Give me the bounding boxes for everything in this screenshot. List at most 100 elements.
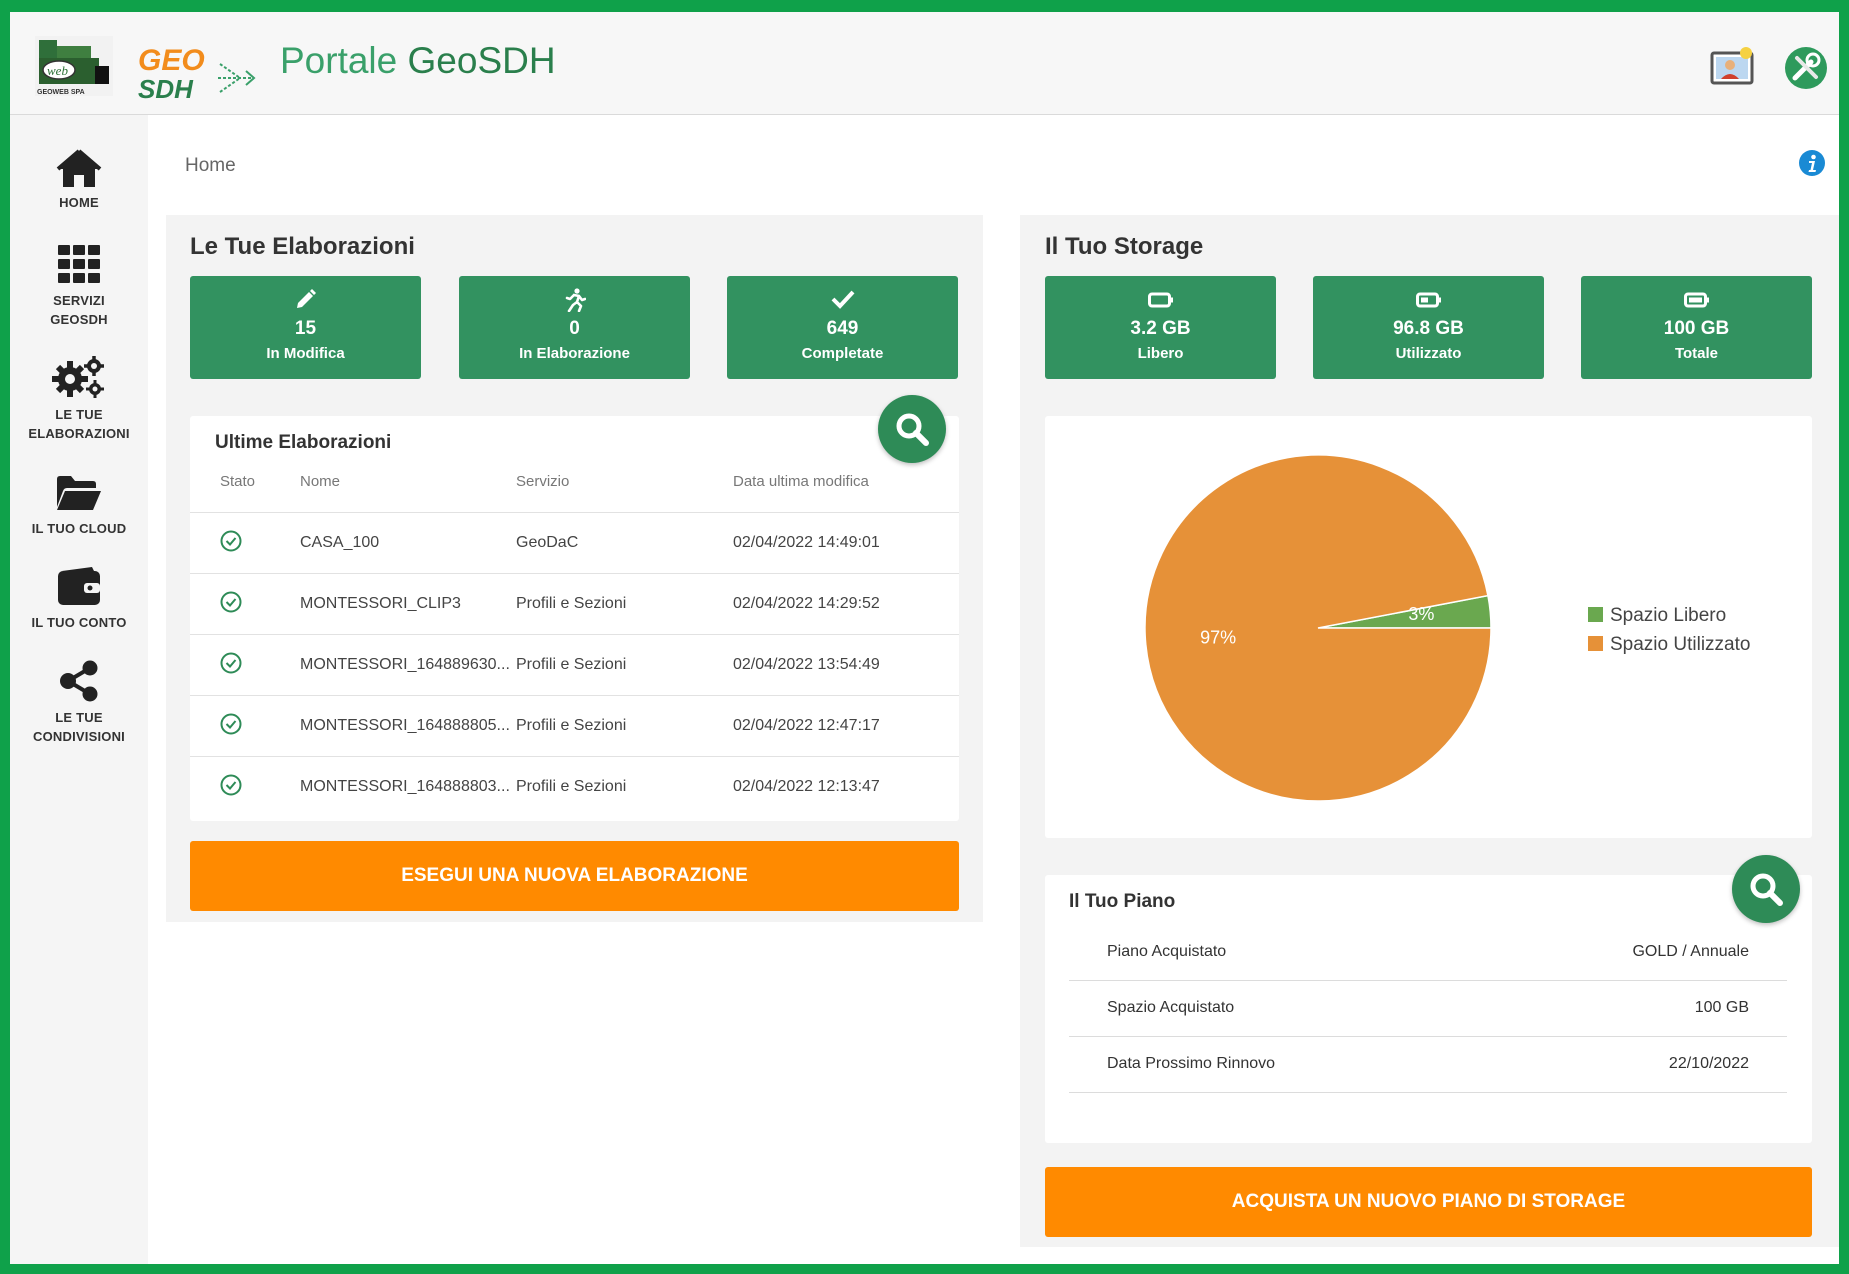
column-header-stato[interactable]: Stato [190,450,300,513]
running-icon [565,288,586,312]
search-elaborazioni-button[interactable] [878,395,946,463]
stat-libero[interactable]: 3.2 GB Libero [1045,276,1276,379]
stat-caption: Completate [801,345,884,362]
sidebar-item-label: HOME [59,195,99,210]
column-header-servizio[interactable]: Servizio [516,450,733,513]
storage-chart-card: 3% 97% Spazio Libero Spazio Utilizzato [1045,416,1812,838]
plan-key: Data Prossimo Rinnovo [1107,1055,1276,1072]
geoweb-logo: web GEOWEB SPA [35,36,113,96]
pencil-icon [296,289,316,308]
stat-completate[interactable]: 649 Completate [727,276,958,379]
cell-data: 02/04/2022 13:54:49 [733,634,959,696]
search-icon [896,413,929,446]
stat-value: 15 [294,318,317,339]
table-row[interactable]: MONTESSORI_164888805... Profili e Sezion… [190,695,959,757]
battery-full-icon [1683,292,1709,308]
column-header-nome[interactable]: Nome [300,450,516,513]
storage-pie-chart: 3% 97% Spazio Libero Spazio Utilizzato [1144,454,1750,802]
search-piano-button[interactable] [1732,855,1800,923]
check-circle-icon [220,591,242,612]
gears-icon [52,356,104,398]
page-title: Portale GeoSDH [280,40,556,82]
table-row[interactable]: CASA_100 GeoDaC 02/04/2022 14:49:01 [190,512,959,574]
nuova-elaborazione-button[interactable]: ESEGUI UNA NUOVA ELABORAZIONE [190,841,959,911]
cell-servizio: Profili e Sezioni [516,573,733,635]
cell-servizio: Profili e Sezioni [516,695,733,757]
legend-item[interactable]: Spazio Libero [1588,605,1726,626]
table-row[interactable]: MONTESSORI_164889630... Profili e Sezion… [190,634,959,696]
cell-data: 02/04/2022 12:47:17 [733,695,959,757]
sidebar-item-label: IL TUO CONTO [31,615,127,630]
stat-value: 0 [569,318,580,339]
stat-value: 649 [826,318,859,339]
stat-value: 96.8 GB [1393,318,1464,339]
sidebar-item-condivisioni[interactable]: LE TUE CONDIVISIONI [10,660,148,746]
plan-row-spazio: Spazio Acquistato 100 GB [1069,981,1787,1037]
user-profile-icon[interactable] [1710,45,1756,91]
sidebar-item-servizi[interactable]: SERVIZI GEOSDH [10,245,148,329]
stat-value: 3.2 GB [1130,318,1191,339]
cell-nome: MONTESSORI_164888805... [300,695,516,757]
grid-icon [58,245,100,283]
breadcrumb[interactable]: Home [185,155,236,177]
top-header: web GEOWEB SPA GEO SDH Portale GeoSDH [10,12,1839,115]
sidebar-item-conto[interactable]: IL TUO CONTO [10,567,148,632]
storage-title: Il Tuo Storage [1045,233,1204,260]
svg-text:GEO: GEO [138,44,205,77]
cell-data: 02/04/2022 14:29:52 [733,573,959,635]
sidebar-item-home[interactable]: HOME [10,149,148,212]
check-circle-icon [220,774,242,795]
check-icon [831,290,854,309]
legend-swatch [1588,636,1603,651]
plan-key: Spazio Acquistato [1107,999,1235,1016]
legend-item[interactable]: Spazio Utilizzato [1588,634,1750,655]
sidebar-item-label-2: ELABORAZIONI [28,426,130,441]
sidebar-item-label: LE TUE [55,407,103,422]
settings-tools-icon[interactable] [1783,45,1829,91]
legend-swatch [1588,607,1603,622]
sidebar-item-cloud[interactable]: IL TUO CLOUD [10,475,148,538]
search-icon [1750,873,1783,906]
acquista-piano-button[interactable]: ACQUISTA UN NUOVO PIANO DI STORAGE [1045,1167,1812,1237]
sidebar-item-elaborazioni[interactable]: LE TUE ELABORAZIONI [10,355,148,443]
title-light: Portale [280,40,408,81]
svg-text:SDH: SDH [138,74,194,104]
table-header-row: Stato Nome Servizio Data ultima modifica [190,450,959,513]
cell-nome: MONTESSORI_CLIP3 [300,573,516,635]
check-circle-icon [220,652,242,673]
stat-in-modifica[interactable]: 15 In Modifica [190,276,421,379]
stat-utilizzato[interactable]: 96.8 GB Utilizzato [1313,276,1544,379]
cell-nome: MONTESSORI_164888803... [300,756,516,817]
cell-servizio: Profili e Sezioni [516,634,733,696]
geosdh-logo: GEO SDH [138,44,256,104]
info-icon[interactable] [1799,150,1825,176]
table-row[interactable]: MONTESSORI_164888803... Profili e Sezion… [190,756,959,817]
pie-data-label: 3% [1408,604,1434,624]
plan-value: 100 GB [1694,999,1749,1016]
plan-key: Piano Acquistato [1107,943,1227,960]
pie-slice-1[interactable] [1144,454,1492,802]
stat-value: 100 GB [1663,318,1730,339]
plan-row-rinnovo: Data Prossimo Rinnovo 22/10/2022 [1069,1037,1787,1093]
cell-data: 02/04/2022 14:49:01 [733,512,959,574]
title-strong: GeoSDH [407,40,556,81]
sidebar-item-label: LE TUE [55,710,103,725]
sidebar: HOME SERVIZI GEOSDH LE TUE ELABORAZIONI … [10,115,148,1264]
stat-in-elaborazione[interactable]: 0 In Elaborazione [459,276,690,379]
sidebar-item-label: SERVIZI [53,293,105,308]
stat-caption: In Modifica [266,345,345,362]
stat-caption: Totale [1674,345,1719,362]
sidebar-item-label: IL TUO CLOUD [31,521,127,536]
legend-label: Spazio Utilizzato [1610,634,1750,655]
battery-empty-icon [1147,292,1173,308]
stat-totale[interactable]: 100 GB Totale [1581,276,1812,379]
table-row[interactable]: MONTESSORI_CLIP3 Profili e Sezioni 02/04… [190,573,959,635]
home-icon [56,149,102,187]
elaborazioni-table: Stato Nome Servizio Data ultima modifica… [190,450,959,817]
plan-row-piano: Piano Acquistato GOLD / Annuale [1069,925,1787,981]
cell-data: 02/04/2022 12:13:47 [733,756,959,817]
ultime-elaborazioni-card: Ultime Elaborazioni Stato Nome Servizio … [190,416,959,821]
cell-nome: CASA_100 [300,512,516,574]
sidebar-item-label-2: GEOSDH [50,312,108,327]
wallet-icon [58,567,100,605]
